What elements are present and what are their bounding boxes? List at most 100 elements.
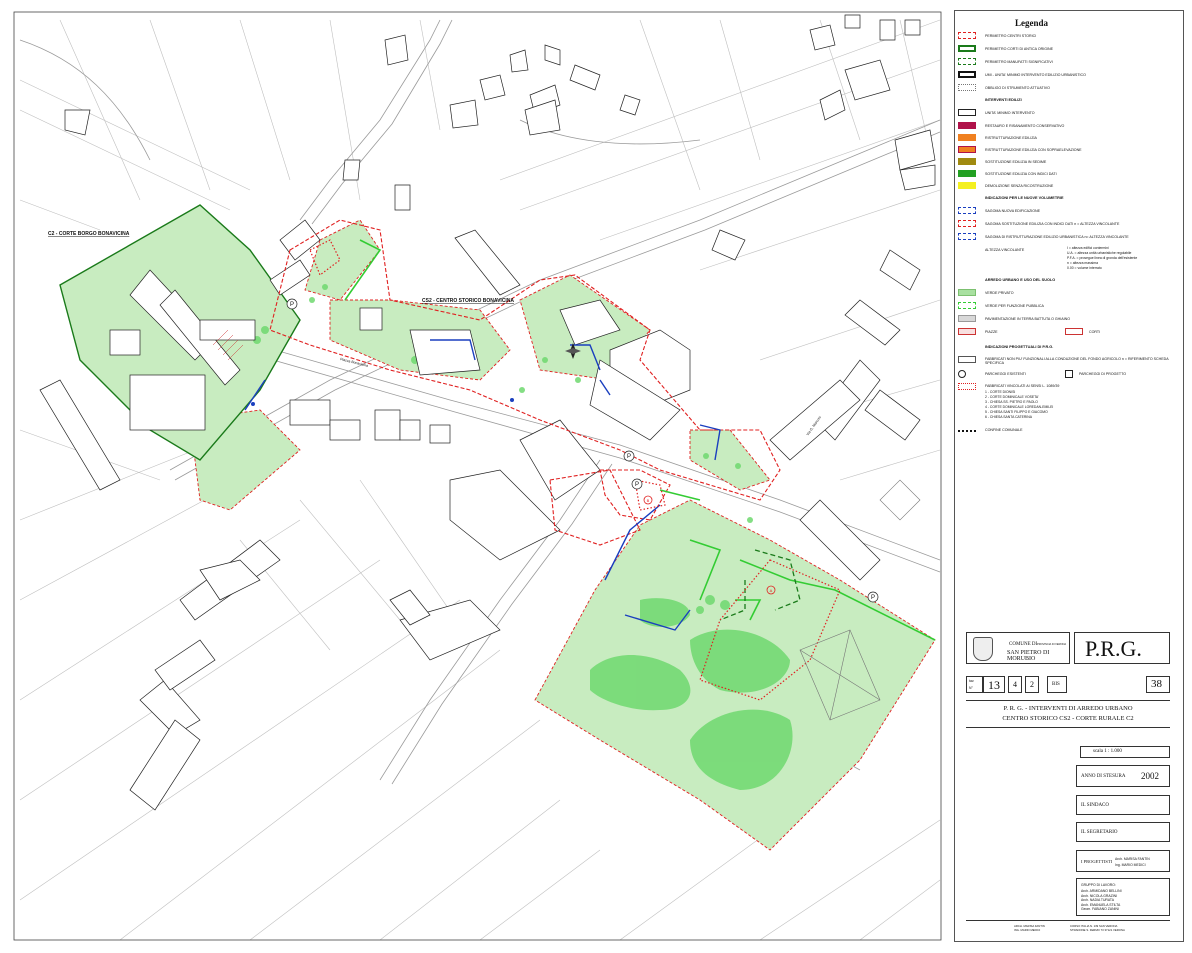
vincolati-item: 5 - CHIESA SANTI FILIPPO E GIACOMO <box>985 410 1048 414</box>
legend-item: UMI - UNITA' MINIMO INTERVENTO EDILIZIO … <box>985 73 1086 77</box>
comune-name: SAN PIETRO DI MORUBIO <box>1007 650 1050 662</box>
footer-m2: STRADONE S. FERMO 73 37121 VERONA <box>1070 928 1125 932</box>
tav-a-box: 4 <box>1008 676 1022 693</box>
gruppo-member: Arch. NADIA TURATA <box>1081 898 1114 902</box>
legend: Legenda PERIMETRO CENTRI STORICI PERIMET… <box>955 10 1179 618</box>
legend-item: FABBRICATI VINCOLATI AI SENSI L. 1089/39 <box>985 384 1060 388</box>
poi-b-label: B <box>647 498 650 503</box>
prg-box: P.R.G. <box>1074 632 1170 664</box>
label-cs2: CS2 - CENTRO STORICO BONAVICINA <box>422 298 514 304</box>
scale: scala 1 : 1.000 <box>1093 749 1122 754</box>
swatch-unita <box>958 109 976 116</box>
legend-item: ALTEZZA VINCOLANTE <box>985 248 1025 252</box>
progettista: Arch. MARISA FANTIN <box>1115 857 1150 861</box>
vincolati-item: 2 - CORTE DOMINICALE VOSETA' <box>985 395 1039 399</box>
n-label: N° <box>969 686 973 690</box>
legend-item: FABBRICATI NON PIU' FUNZIONALI ALLA COND… <box>985 357 1169 365</box>
tav-b-box: 2 <box>1025 676 1039 693</box>
legend-item: PERIMETRO CORTI DI ANTICA ORIGINE <box>985 47 1054 51</box>
legend-item: PAVIMENTAZIONE IN TERRA BATTUTA O GHIAIN… <box>985 317 1071 321</box>
legend-item: SOSTITUZIONE EDILIZIA CON INDICI DATI <box>985 172 1057 176</box>
comune-box: COMUNE DI PROVINCIA DI VERONA SAN PIETRO… <box>966 632 1070 664</box>
parking-label-2: P <box>627 454 631 460</box>
parking-label-4: P <box>871 595 875 601</box>
footer-l2: ING. MARIO MEDICI <box>1014 928 1041 932</box>
comune-label: COMUNE DI <box>1009 642 1038 647</box>
legend-item: CONFINE COMUNALE <box>985 428 1023 432</box>
swatch-sostituzione <box>958 170 976 177</box>
swatch-nuova <box>958 207 976 214</box>
label-c2: C2 - CORTE BORGO BONAVICINA <box>48 231 130 237</box>
swatch-piazze <box>958 328 976 335</box>
legend-title: Legenda <box>1015 18 1049 28</box>
gruppo-box: GRUPPO DI LAVORO: Arch. ARMIDANO BELLINI… <box>1076 878 1170 916</box>
swatch-sedime <box>958 158 976 165</box>
altezza-note: 0.00 = volume interrato <box>1067 266 1102 270</box>
legend-corti: CORTI <box>1089 330 1101 334</box>
swatch-ristrutturazione <box>958 134 976 141</box>
legend-head-volumetrie: INDICAZIONI PER LE NUOVE VOLUMETRIE <box>985 196 1064 200</box>
altezza-note: I = altezza edifici contermini <box>1067 246 1109 250</box>
segretario-box: IL SEGRETARIO <box>1076 822 1170 842</box>
parking-project-icon <box>1065 370 1073 378</box>
legend-item: SAGOMA SOSTITUZIONE EDILIZIA CON INDICI … <box>985 222 1120 226</box>
tav-label: tav. <box>969 679 975 683</box>
altezza-note: n = altezza massima <box>1067 261 1098 265</box>
swatch-vincolati <box>958 383 976 390</box>
swatch-verde-privato <box>958 289 976 296</box>
sheet-box: 38 <box>1146 676 1170 693</box>
parking-label-1: P <box>290 302 294 308</box>
legend-item: PERIMETRO MANUFATTI SIGNIFICATIVI <box>985 60 1053 64</box>
anno-label: ANNO DI STESURA <box>1081 774 1126 779</box>
legend-head-arredo: ARREDO URBANO E USO DEL SUOLO <box>985 278 1056 282</box>
swatch-pavimentazione <box>958 315 976 322</box>
swatch-corti <box>958 45 976 52</box>
legend-head-interventi: INTERVENTI EDILIZI <box>985 98 1022 102</box>
gruppo-member: Arch. EMANUELA STILTA <box>1081 902 1121 907</box>
bis: BIS <box>1052 682 1060 687</box>
tav-box: tav. N° <box>966 676 983 693</box>
vincolati-item: 1 - CORTE DIONISI <box>985 390 1016 394</box>
segretario: IL SEGRETARIO <box>1081 830 1118 835</box>
legend-item: PIAZZE <box>985 330 998 334</box>
coat-of-arms-icon <box>973 637 993 661</box>
altezza-note: P.F.A. = prosegue linea di gronda dell'e… <box>1067 256 1138 260</box>
gruppo-member: Arch. NICOLA GRAZINI <box>1081 893 1117 898</box>
tav-num: 13 <box>988 678 1000 692</box>
subtitle-2: CENTRO STORICO CS2 - CORTE RURALE C2 <box>1002 715 1134 722</box>
legend-item: DEMOLIZIONE SENZA RICOSTRUZIONE <box>985 184 1054 188</box>
legend-item: OBBLIGO DI STRUMENTO ATTUATIVO <box>985 86 1050 90</box>
parking-label-3: P <box>635 482 639 488</box>
subtitle-box: P. R. G. - INTERVENTI DI ARREDO URBANO C… <box>966 700 1170 728</box>
tav-a: 4 <box>1013 680 1017 689</box>
progettista: Ing. MARIO MEDICI <box>1115 863 1146 867</box>
provincia: PROVINCIA DI VERONA <box>1037 643 1067 646</box>
parking-existing-icon <box>958 370 966 378</box>
legend-item: RESTAURO E RISANAMENTO CONSERVATIVO <box>985 124 1065 128</box>
prg-title: P.R.G. <box>1085 636 1142 661</box>
legend-item: SOSTITUZIONE EDILIZIA IN SEDIME <box>985 160 1047 164</box>
swatch-fabbricati-non <box>958 356 976 363</box>
tav-b: 2 <box>1030 680 1034 689</box>
legend-item: RISTRUTTURAZIONE EDILIZIA CON SOPRAELEVA… <box>985 148 1082 152</box>
swatch-verde-pubblico <box>958 302 976 309</box>
swatch-demolizione <box>958 182 976 189</box>
scale-box: scala 1 : 1.000 <box>1080 746 1170 758</box>
swatch-umi <box>958 71 976 78</box>
legend-item: PERIMETRO CENTRI STORICI <box>985 34 1037 38</box>
swatch-perimetro-centri <box>958 32 976 39</box>
anno-box: ANNO DI STESURA 2002 <box>1076 765 1170 787</box>
gruppo-member: Geom. FABIANO ZANINI <box>1081 907 1119 911</box>
legend-item: SAGOMA DI RISTRUTTURAZIONE EDILIZIO URBA… <box>985 235 1129 239</box>
vincolati-item: 3 - CHIESA SS. PIETRO E PAOLO <box>985 400 1038 404</box>
sindaco-box: IL SINDACO <box>1076 795 1170 815</box>
swatch-sopraelevazione <box>958 146 976 153</box>
sindaco: IL SINDACO <box>1081 803 1110 808</box>
tav-num-box: 13 <box>983 676 1005 693</box>
legend-head-indicazioni: INDICAZIONI PROGETTUALI DI P.R.G. <box>985 345 1054 349</box>
anno: 2002 <box>1141 771 1159 781</box>
legend-item: PARCHEGGI DI PROGETTO <box>1079 372 1126 376</box>
bis-box: BIS <box>1047 676 1067 693</box>
legend-item: SAGOMA NUOVA EDIFICAZIONE <box>985 209 1041 213</box>
legend-item: UNITA' MINIMO INTERVENTO <box>985 111 1035 115</box>
